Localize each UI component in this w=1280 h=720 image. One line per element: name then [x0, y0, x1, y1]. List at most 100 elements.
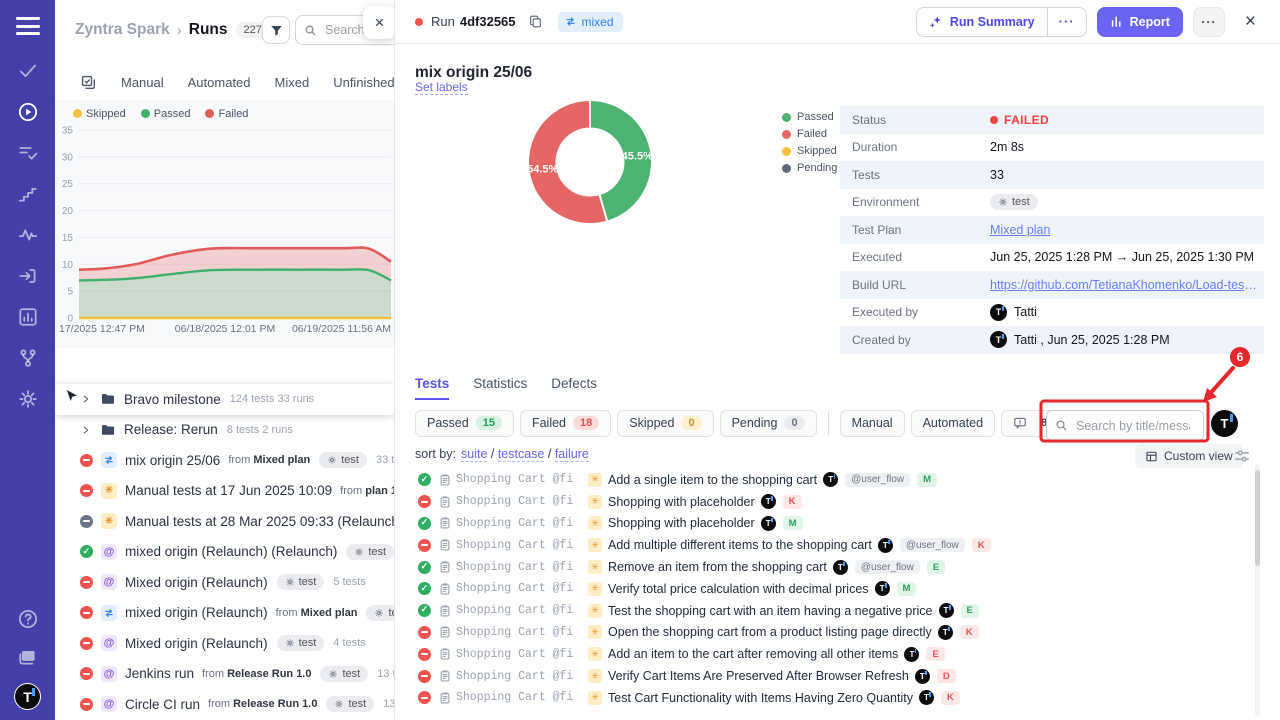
set-labels-link[interactable]: Set labels — [415, 80, 468, 95]
sidebar-item-integrations[interactable] — [16, 346, 40, 370]
sort-by-testcase[interactable]: testcase — [498, 447, 545, 462]
test-title[interactable]: Add multiple different items to the shop… — [608, 538, 872, 552]
legend-item-failed: Failed — [205, 108, 248, 120]
test-letter-chip: D — [937, 669, 956, 683]
view-settings-icon[interactable] — [1233, 447, 1251, 465]
runs-tab-manual[interactable]: Manual — [121, 75, 164, 90]
run-row[interactable]: @Circle CI runfrom Release Run 1.0test13… — [55, 689, 394, 720]
assignee-avatar: T — [919, 690, 934, 705]
test-title[interactable]: Remove an item from the shopping cart — [608, 560, 827, 574]
sidebar-item-dashboards[interactable] — [16, 305, 40, 329]
run-row[interactable]: @mixed origin (Relaunch) (Relaunch)test — [55, 537, 394, 568]
test-row[interactable]: Shopping Cart @first…✳Test Cart Function… — [395, 687, 1280, 709]
test-row[interactable]: Shopping Cart @first…✳Shopping with plac… — [395, 491, 1280, 513]
test-row[interactable]: Shopping Cart @first…✳Verify total price… — [395, 578, 1280, 600]
tab-statistics[interactable]: Statistics — [473, 376, 527, 400]
funnel-icon — [269, 23, 284, 38]
test-row[interactable]: Shopping Cart @first…✳Add a single item … — [395, 469, 1280, 491]
test-row[interactable]: Shopping Cart @first…✳Add an item to the… — [395, 643, 1280, 665]
more-actions-button[interactable]: ··· — [1193, 7, 1225, 37]
run-summary-button[interactable]: Run Summary — [917, 8, 1047, 36]
sidebar-item-launchers[interactable] — [16, 264, 40, 288]
select-all-icon[interactable] — [80, 74, 97, 91]
run-name: Bravo milestone — [124, 392, 221, 407]
user-avatar[interactable]: T — [14, 683, 41, 710]
runs-panel: Zyntra Spark › Runs 227 × ManualAutomate… — [55, 0, 395, 720]
report-button[interactable]: Report — [1097, 7, 1183, 37]
test-title[interactable]: Add an item to the cart after removing a… — [608, 647, 898, 661]
filter-chip-pending[interactable]: Pending0 — [720, 410, 817, 437]
test-suite: Shopping Cart @first… — [456, 691, 574, 704]
run-row[interactable]: ✳Manual tests at 28 Mar 2025 09:33 (Rela… — [55, 506, 394, 537]
sidebar-item-settings[interactable] — [16, 387, 40, 411]
run-type-chip[interactable]: mixed — [558, 12, 623, 32]
run-row[interactable]: @Mixed origin (Relaunch)test5 tests — [55, 567, 394, 598]
chevron-right-icon[interactable] — [80, 424, 92, 436]
filter-chip-automated[interactable]: Automated — [911, 410, 995, 437]
custom-view-button[interactable]: Custom view — [1135, 444, 1243, 468]
test-status-failed-icon — [418, 626, 431, 639]
detail-row-created-by: Created byTTatti , Jun 25, 2025 1:28 PM — [840, 326, 1264, 354]
sidebar-bottom: T — [14, 607, 41, 710]
filter-button[interactable] — [262, 16, 290, 44]
test-title[interactable]: Test Cart Functionality with Items Havin… — [608, 691, 913, 705]
run-summary-more-button[interactable]: ··· — [1047, 8, 1086, 36]
run-row[interactable]: mix origin 25/06from Mixed plantest33 te… — [55, 445, 394, 476]
sidebar-item-activity[interactable] — [16, 223, 40, 247]
test-letter-chip: K — [941, 691, 960, 705]
detail-link[interactable]: https://github.com/TetianaKhomenko/Load-… — [990, 278, 1258, 292]
run-row[interactable]: ✳Manual tests at 17 Jun 2025 10:09from p… — [55, 476, 394, 507]
test-suite: Shopping Cart @first… — [456, 517, 574, 530]
test-title[interactable]: Open the shopping cart from a product li… — [608, 625, 932, 639]
run-row[interactable]: @Mixed origin (Relaunch)test4 tests — [55, 628, 394, 659]
filter-chip-skipped[interactable]: Skipped0 — [617, 410, 713, 437]
test-row[interactable]: Shopping Cart @first…✳Remove an item fro… — [395, 556, 1280, 578]
test-row[interactable]: Shopping Cart @first…✳Add multiple diffe… — [395, 534, 1280, 556]
test-title[interactable]: Test the shopping cart with an item havi… — [608, 604, 933, 618]
filter-count: 15 — [476, 416, 502, 430]
filter-chip-passed[interactable]: Passed15 — [415, 410, 514, 437]
run-row[interactable]: mixed origin (Relaunch)from Mixed plante… — [55, 598, 394, 629]
user-avatar[interactable]: T — [1211, 410, 1238, 437]
workspace-name[interactable]: Zyntra Spark — [75, 21, 170, 39]
chevron-right-icon[interactable] — [80, 393, 92, 405]
tests-search-input[interactable] — [1074, 418, 1192, 434]
test-title[interactable]: Shopping with placeholder — [608, 516, 755, 530]
runs-tab-automated[interactable]: Automated — [188, 75, 251, 90]
sidebar-item-milestones[interactable] — [16, 182, 40, 206]
sidebar-item-test-cases[interactable] — [16, 59, 40, 83]
sidebar-item-projects[interactable] — [16, 645, 40, 669]
runs-tab-unfinished[interactable]: Unfinished — [333, 75, 394, 90]
test-title[interactable]: Verify Cart Items Are Preserved After Br… — [608, 669, 909, 683]
tab-tests[interactable]: Tests — [415, 376, 449, 400]
copy-icon[interactable] — [528, 14, 544, 30]
detail-link[interactable]: Mixed plan — [990, 223, 1050, 237]
sort-by-failure[interactable]: failure — [555, 447, 589, 462]
close-icon[interactable]: × — [363, 6, 395, 39]
test-title[interactable]: Verify total price calculation with deci… — [608, 582, 869, 596]
close-run-icon[interactable]: × — [1239, 11, 1262, 32]
menu-icon[interactable] — [16, 17, 40, 35]
run-row[interactable]: @Jenkins runfrom Release Run 1.0test13 t… — [55, 659, 394, 690]
filter-label: Skipped — [629, 416, 674, 430]
test-row[interactable]: Shopping Cart @first…✳Verify Cart Items … — [395, 665, 1280, 687]
manual-run-icon: ✳ — [101, 483, 117, 499]
tab-defects[interactable]: Defects — [551, 376, 597, 400]
filter-chip-manual[interactable]: Manual — [840, 410, 905, 437]
sidebar-item-test-suites[interactable] — [16, 141, 40, 165]
sidebar-item-test-runs[interactable] — [16, 100, 40, 124]
milestone-row[interactable]: Release: Rerun8 tests 2 runs — [55, 415, 394, 446]
sort-by-suite[interactable]: suite — [461, 447, 487, 462]
milestone-row[interactable]: Bravo milestone124 tests 33 runs — [55, 384, 394, 415]
sidebar-item-help[interactable] — [16, 607, 40, 631]
runs-tab-mixed[interactable]: Mixed — [275, 75, 310, 90]
scrollbar-thumb[interactable] — [1255, 470, 1260, 566]
test-title[interactable]: Add a single item to the shopping cart — [608, 473, 817, 487]
test-title[interactable]: Shopping with placeholder — [608, 495, 755, 509]
test-row[interactable]: Shopping Cart @first…✳Open the shopping … — [395, 622, 1280, 644]
test-suite: Shopping Cart @first… — [456, 495, 574, 508]
filter-chip-failed[interactable]: Failed18 — [520, 410, 611, 437]
test-row[interactable]: Shopping Cart @first…✳Test the shopping … — [395, 600, 1280, 622]
detail-value: 33 — [990, 168, 1004, 182]
test-row[interactable]: Shopping Cart @first…✳Shopping with plac… — [395, 513, 1280, 535]
